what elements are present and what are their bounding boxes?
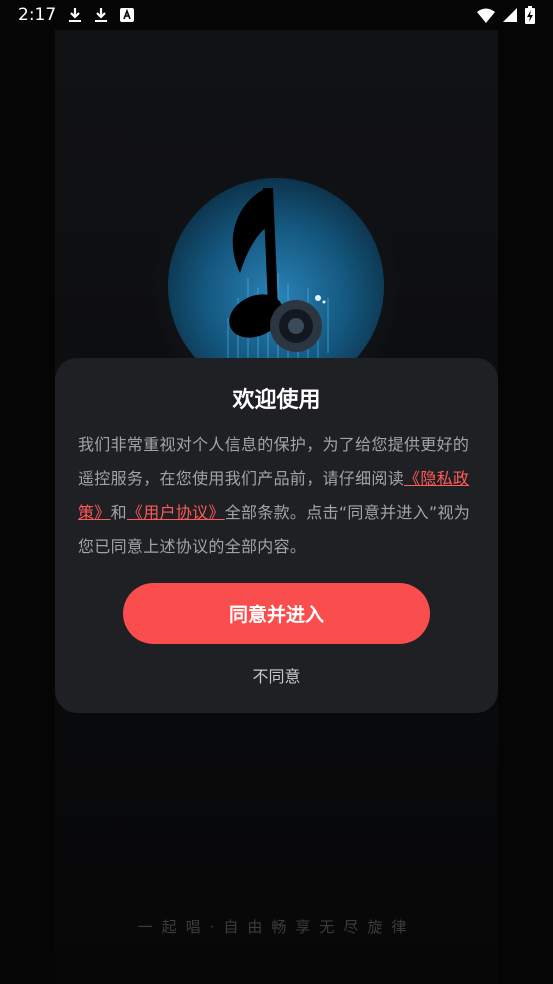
status-time: 2:17 bbox=[18, 5, 57, 25]
dialog-title: 欢迎使用 bbox=[232, 388, 321, 413]
privacy-dialog: 欢迎使用 我们非常重视对个人信息的保护，为了给您提供更好的遥控服务，在您使用我们… bbox=[55, 358, 498, 713]
disagree-button[interactable]: 不同意 bbox=[55, 662, 498, 688]
agree-button[interactable]: 同意并进入 bbox=[123, 583, 430, 644]
slogan-text: 一起唱·自由畅享无尽旋律 bbox=[137, 918, 416, 936]
a-icon bbox=[120, 8, 135, 22]
user-agreement-link[interactable]: 《用户协议》 bbox=[127, 503, 225, 522]
dialog-body: 我们非常重视对个人信息的保护，为了给您提供更好的遥控服务，在您使用我们产品前，请… bbox=[78, 428, 478, 564]
wifi-icon bbox=[477, 8, 495, 23]
status-bar: 2:17 bbox=[0, 0, 553, 30]
battery-charging-icon bbox=[525, 6, 535, 24]
signal-icon bbox=[503, 8, 517, 22]
status-left: 2:17 bbox=[18, 5, 135, 25]
download-icon bbox=[68, 7, 82, 23]
status-right bbox=[477, 6, 535, 24]
and-text: 和 bbox=[110, 503, 127, 522]
download-icon bbox=[94, 7, 108, 23]
